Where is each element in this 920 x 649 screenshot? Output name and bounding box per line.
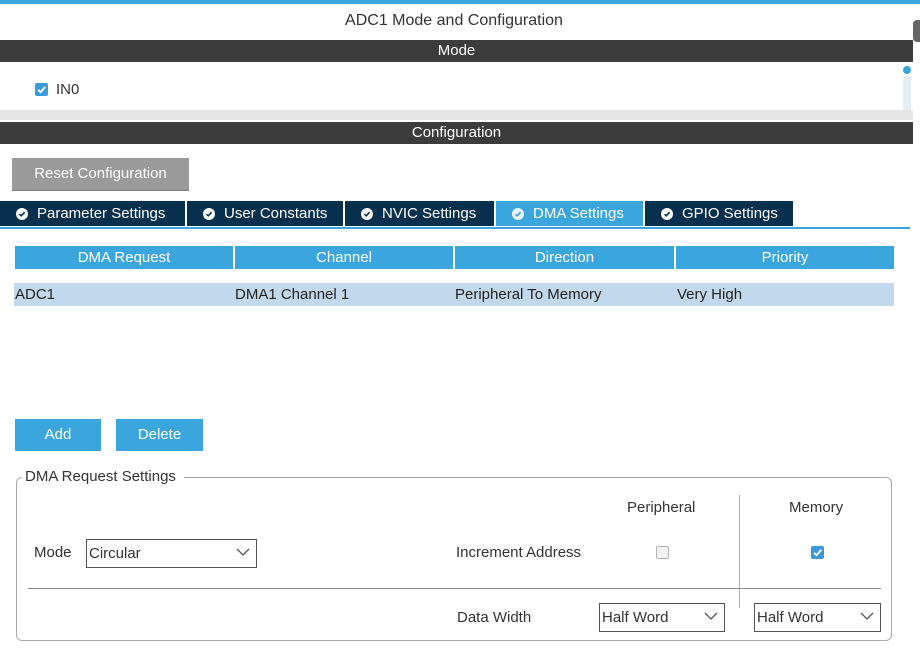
mode-select[interactable]: Circular bbox=[86, 539, 257, 568]
memory-column-header: Memory bbox=[789, 499, 844, 516]
chevron-down-icon bbox=[704, 612, 718, 620]
in0-label: IN0 bbox=[56, 81, 80, 98]
memory-increment-checkbox[interactable] bbox=[811, 546, 824, 559]
top-accent-line bbox=[0, 0, 920, 4]
tab-nvic-settings[interactable]: NVIC Settings bbox=[345, 201, 494, 226]
check-circle-icon bbox=[661, 207, 673, 220]
cell-direction: Peripheral To Memory bbox=[454, 283, 676, 306]
panel-title: ADC1 Mode and Configuration bbox=[345, 12, 563, 29]
tab-underline bbox=[0, 227, 910, 229]
tab-gpio-settings[interactable]: GPIO Settings bbox=[645, 201, 793, 226]
delete-button[interactable]: Delete bbox=[116, 419, 203, 451]
check-circle-icon bbox=[361, 207, 373, 220]
cell-dma-request: ADC1 bbox=[14, 283, 234, 306]
memory-data-width-select[interactable]: Half Word bbox=[754, 603, 881, 632]
reset-configuration-button[interactable]: Reset Configuration bbox=[12, 158, 189, 191]
data-width-label: Data Width bbox=[457, 609, 532, 626]
cell-priority: Very High bbox=[676, 283, 894, 306]
peripheral-column-header: Peripheral bbox=[627, 499, 696, 516]
add-button[interactable]: Add bbox=[15, 419, 101, 451]
chevron-down-icon bbox=[860, 612, 874, 620]
chevron-down-icon bbox=[236, 548, 250, 556]
table-row[interactable]: ADC1 DMA1 Channel 1 Peripheral To Memory… bbox=[14, 283, 894, 306]
dma-request-settings-legend: DMA Request Settings bbox=[22, 468, 184, 485]
check-circle-icon bbox=[203, 207, 215, 220]
tab-label: User Constants bbox=[224, 205, 328, 222]
tab-label: NVIC Settings bbox=[382, 205, 477, 222]
tab-dma-settings[interactable]: DMA Settings bbox=[496, 201, 643, 226]
configuration-header: Configuration bbox=[0, 122, 913, 144]
column-header-channel[interactable]: Channel bbox=[235, 246, 453, 269]
section-divider bbox=[0, 110, 913, 120]
peripheral-data-width-select[interactable]: Half Word bbox=[599, 603, 725, 632]
column-header-direction[interactable]: Direction bbox=[455, 246, 674, 269]
in0-option[interactable]: IN0 bbox=[35, 81, 79, 98]
panel-collapse-handle[interactable] bbox=[913, 20, 920, 42]
column-divider bbox=[739, 495, 740, 608]
in0-checkbox[interactable] bbox=[35, 83, 48, 96]
settings-row-divider bbox=[28, 588, 881, 589]
column-header-dma-request[interactable]: DMA Request bbox=[15, 246, 233, 269]
peripheral-data-width-value: Half Word bbox=[602, 609, 669, 626]
check-circle-icon bbox=[512, 207, 524, 220]
cell-channel: DMA1 Channel 1 bbox=[234, 283, 454, 306]
increment-address-label: Increment Address bbox=[456, 544, 582, 561]
mode-select-value: Circular bbox=[89, 545, 141, 562]
peripheral-increment-checkbox[interactable] bbox=[656, 546, 669, 559]
tab-label: GPIO Settings bbox=[682, 205, 778, 222]
mode-scrollbar-thumb[interactable] bbox=[903, 66, 911, 74]
column-header-priority[interactable]: Priority bbox=[676, 246, 894, 269]
tab-label: DMA Settings bbox=[533, 205, 624, 222]
mode-scrollbar-track[interactable] bbox=[903, 76, 911, 110]
tab-user-constants[interactable]: User Constants bbox=[187, 201, 343, 226]
tab-label: Parameter Settings bbox=[37, 205, 166, 222]
check-circle-icon bbox=[16, 207, 28, 220]
mode-label: Mode bbox=[34, 544, 72, 561]
settings-tabs: Parameter Settings User Constants NVIC S… bbox=[0, 201, 795, 226]
memory-data-width-value: Half Word bbox=[757, 609, 824, 626]
tab-parameter-settings[interactable]: Parameter Settings bbox=[0, 201, 185, 226]
mode-header: Mode bbox=[0, 40, 913, 62]
